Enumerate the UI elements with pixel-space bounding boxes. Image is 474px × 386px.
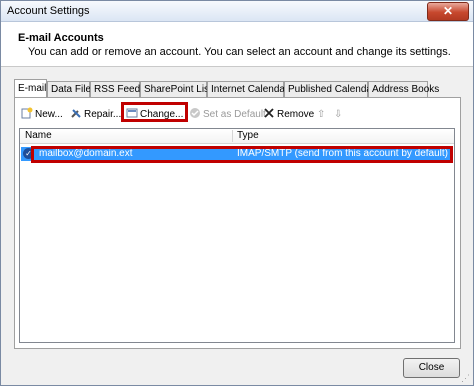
move-up-icon[interactable]: ⇧ <box>317 107 325 123</box>
header-title: E-mail Accounts <box>18 32 104 44</box>
window-close-button[interactable]: ✕ <box>427 2 469 21</box>
default-check-icon <box>190 108 200 118</box>
column-divider[interactable] <box>232 130 233 142</box>
header-subtitle: You can add or remove an account. You ca… <box>28 46 451 58</box>
tab-internet-calendars[interactable]: Internet Calendars <box>207 81 293 97</box>
column-header-name[interactable]: Name <box>25 130 52 141</box>
move-down-icon[interactable]: ⇩ <box>334 107 342 123</box>
tab-data-files[interactable]: Data Files <box>47 81 96 97</box>
close-button[interactable]: Close <box>403 358 460 378</box>
remove-button-label: Remove <box>277 109 315 120</box>
remove-x-icon <box>264 108 274 118</box>
list-header: Name Type <box>20 129 454 144</box>
default-account-check-icon: ✓ <box>23 148 34 159</box>
account-type: IMAP/SMTP (send from this account by def… <box>237 148 449 159</box>
resize-grip-icon[interactable]: ⋰ <box>461 373 471 383</box>
change-button-highlight-box <box>121 102 188 122</box>
repair-tools-icon <box>71 109 81 118</box>
tab-sharepoint-lists[interactable]: SharePoint Lists <box>140 81 217 97</box>
tab-rss-feeds[interactable]: RSS Feeds <box>90 81 145 97</box>
tab-address-books[interactable]: Address Books <box>368 81 439 97</box>
window-title: Account Settings <box>7 5 90 17</box>
header-section: E-mail Accounts You can add or remove an… <box>1 22 473 67</box>
account-name: mailbox@domain.ext <box>39 148 133 159</box>
set-as-default-label: Set as Default <box>203 109 266 120</box>
tab-published-calendars[interactable]: Published Calendars <box>284 81 380 97</box>
set-as-default-button[interactable]: Set as Default <box>189 107 266 123</box>
new-button-label: New... <box>35 109 63 120</box>
new-account-icon <box>21 107 33 119</box>
column-header-type[interactable]: Type <box>237 130 259 141</box>
account-settings-dialog: Account Settings ✕ E-mail Accounts You c… <box>0 0 474 386</box>
tab-email[interactable]: E-mail <box>14 79 47 97</box>
repair-button[interactable]: Repair... <box>70 107 121 123</box>
email-tab-panel: New... Repair... Change... Set as Defaul… <box>14 97 461 349</box>
account-toolbar: New... Repair... Change... Set as Defaul… <box>15 98 460 128</box>
account-list[interactable]: Name Type ✓ mailbox@domain.ext IMAP/SMTP… <box>19 128 455 343</box>
repair-button-label: Repair... <box>84 109 122 120</box>
new-button[interactable]: New... <box>21 107 63 123</box>
account-row[interactable]: ✓ mailbox@domain.ext IMAP/SMTP (send fro… <box>21 147 453 161</box>
remove-button[interactable]: Remove <box>263 107 314 123</box>
title-bar: Account Settings ✕ <box>1 1 473 22</box>
